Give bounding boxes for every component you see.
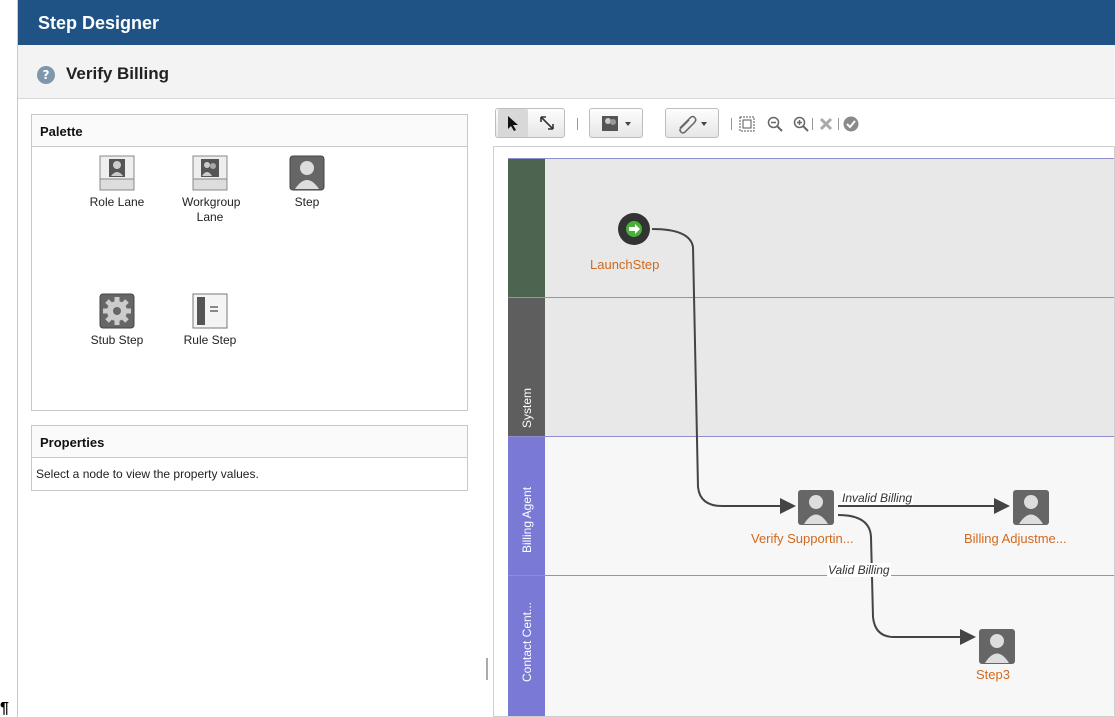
palette-item-label: Stub Step [90,333,144,347]
fit-to-view-icon[interactable] [739,116,755,132]
palette-item-label: Role Lane [89,195,145,209]
lane-tool-button[interactable] [589,108,643,138]
properties-title: Properties [32,426,467,458]
pane-splitter[interactable] [486,658,488,680]
select-tool-button[interactable] [498,109,528,137]
edge-label-valid-billing[interactable]: Valid Billing [827,563,891,577]
palette-title: Palette [32,115,467,147]
window-title: Step Designer [38,13,160,33]
palette-panel: Palette Role Lane Workgroup Lane Step St… [31,114,468,411]
connector-layer [618,213,1049,664]
designer-toolbar [495,108,1115,140]
stub-step-icon [99,293,135,329]
attachment-tool-button[interactable] [665,108,719,138]
workgroup-lane-icon [192,155,228,191]
attachment-dropdown-icon [679,115,707,134]
left-pane: Palette Role Lane Workgroup Lane Step St… [18,100,485,717]
verify-step-node[interactable] [798,490,834,525]
connector-launch-to-verify[interactable] [651,228,796,514]
title-bar: Step Designer [18,0,1115,45]
palette-item-workgroup-lane[interactable]: Workgroup Lane [165,155,255,225]
page-title: Verify Billing [66,64,169,83]
palette-item-stub-step[interactable]: Stub Step [72,293,162,348]
palette-item-label: Step [294,195,320,209]
page-header: ? Verify Billing [18,45,1115,99]
palette-item-label: Rule Step [183,333,237,347]
zoom-in-icon[interactable] [793,116,809,132]
properties-panel: Properties Select a node to view the pro… [31,425,468,491]
rule-step-icon [192,293,228,329]
delete-icon[interactable] [819,117,833,131]
step3-node[interactable] [979,629,1015,664]
lane-dropdown-icon [602,116,631,131]
validate-icon[interactable] [843,116,859,132]
edge-label-invalid-billing[interactable]: Invalid Billing [841,491,914,505]
connect-tool-button[interactable] [532,109,562,137]
billing-adjustment-node[interactable] [1013,490,1049,525]
palette-item-role-lane[interactable]: Role Lane [72,155,162,210]
step-icon [289,155,325,191]
launch-step-node[interactable] [618,213,650,245]
pilcrow-glyph: ¶ [0,700,9,717]
connect-arrow-icon [540,116,554,130]
step3-label[interactable]: Step3 [976,667,1010,682]
toolbar-separator [812,118,813,130]
launch-step-label[interactable]: LaunchStep [590,257,659,272]
toolbar-separator [577,118,578,130]
select-arrow-icon [508,116,518,131]
palette-item-step[interactable]: Step [262,155,352,210]
pointer-tools-group [495,108,565,138]
palette-item-label: Workgroup Lane [182,195,241,224]
billing-adjustment-label[interactable]: Billing Adjustme... [964,531,1067,546]
zoom-out-icon[interactable] [767,116,783,132]
diagram-canvas[interactable]: System Billing Agent Contact Cent... Lau… [493,146,1115,717]
role-lane-icon [99,155,135,191]
toolbar-separator [731,118,732,130]
toolbar-separator [838,118,839,130]
properties-message: Select a node to view the property value… [36,467,259,481]
help-icon[interactable]: ? [37,66,55,84]
verify-step-label[interactable]: Verify Supportin... [751,531,854,546]
palette-item-rule-step[interactable]: Rule Step [165,293,255,348]
